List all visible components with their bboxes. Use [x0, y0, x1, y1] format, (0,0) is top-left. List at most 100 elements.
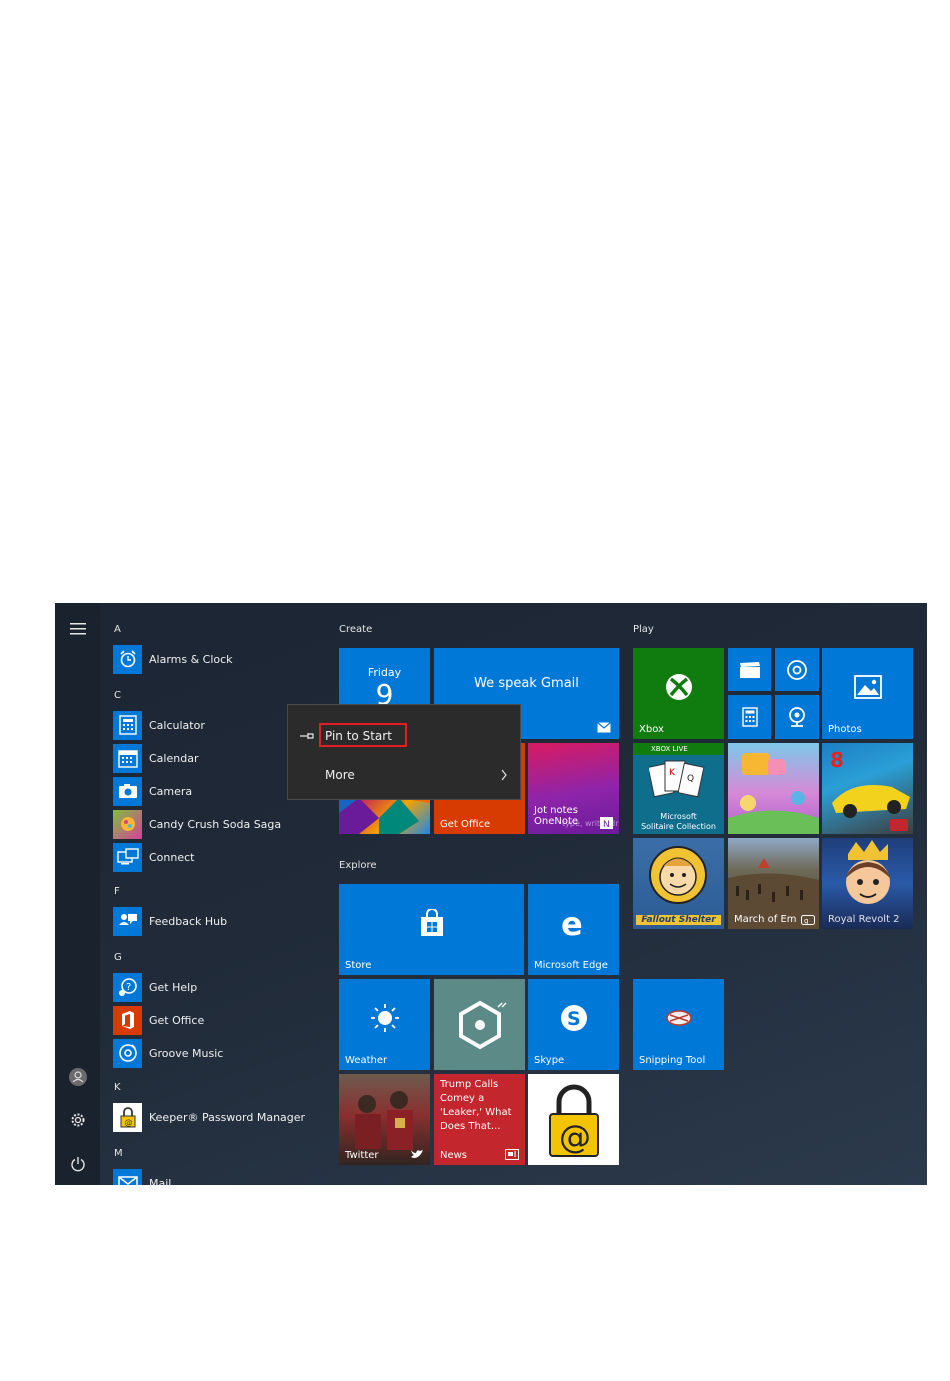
app-label: Calculator [149, 718, 205, 732]
mail-icon [113, 1168, 142, 1185]
tile-movies-tv[interactable] [728, 648, 771, 691]
fallout-shelter-logo: Fallout Shelter [636, 915, 721, 925]
tile-label: Get Office [440, 819, 491, 830]
svg-text:@: @ [559, 1118, 591, 1156]
tile-news[interactable]: Trump Calls Comey a 'Leaker,' What Does … [434, 1074, 525, 1165]
svg-text:Q: Q [687, 774, 694, 784]
tile-microsoft-edge[interactable]: e Microsoft Edge [528, 884, 619, 975]
group-header-play[interactable]: Play [633, 624, 654, 635]
tile-label: Weather [345, 1055, 388, 1066]
app-label: Camera [149, 784, 193, 798]
tile-royal-revolt-2[interactable]: Royal Revolt 2 [822, 838, 913, 929]
letter-header-f[interactable]: F [114, 886, 120, 897]
app-label: Connect [149, 850, 195, 864]
tile-label: Photos [828, 724, 862, 735]
app-label: Candy Crush Soda Saga [149, 817, 282, 831]
camera-icon [113, 776, 142, 806]
app-label: Get Office [149, 1013, 205, 1027]
app-get-office[interactable]: Get Office [113, 1005, 333, 1035]
tile-twitter[interactable]: Twitter [339, 1074, 430, 1165]
app-label: Keeper® Password Manager [149, 1110, 306, 1124]
tile-store[interactable]: Store [339, 884, 524, 975]
tile-label: Xbox [639, 724, 664, 735]
solitaire-line1: Microsoft [660, 812, 697, 821]
start-menu: A Alarms & Clock C Calculator Calendar C… [55, 603, 927, 1185]
tile-asphalt-8[interactable]: 8 [822, 743, 913, 834]
tile-camera[interactable] [775, 695, 819, 739]
app-alarms-clock[interactable]: Alarms & Clock [113, 644, 333, 674]
tile-groove-music[interactable] [775, 648, 819, 691]
tile-keeper[interactable]: @ [528, 1074, 619, 1165]
keeper-lock-icon: @ [113, 1102, 142, 1132]
tile-label: Twitter [345, 1150, 379, 1161]
keeper-lock-icon: @ [549, 1084, 599, 1157]
connect-icon [113, 842, 142, 872]
tile-fallout-shelter[interactable]: Fallout Shelter [633, 838, 724, 929]
tile-calculator[interactable] [728, 695, 771, 739]
app-keeper-password-manager[interactable]: @ Keeper® Password Manager [113, 1102, 333, 1132]
calculator-icon [113, 710, 142, 740]
hamburger-menu-button[interactable] [63, 614, 93, 644]
pin-icon [300, 733, 314, 739]
tile-label: Store [345, 960, 372, 971]
skype-icon: S [560, 1004, 587, 1031]
onenote-icon: N [600, 817, 613, 829]
gameloft-icon: g [801, 915, 815, 925]
store-bag-icon [420, 908, 443, 936]
tile-weather[interactable]: Weather [339, 979, 430, 1070]
app-mail[interactable]: Mail [113, 1168, 333, 1185]
app-label: Groove Music [149, 1046, 224, 1060]
user-avatar-icon [69, 1068, 87, 1086]
app-feedback-hub[interactable]: Feedback Hub [113, 906, 333, 936]
tile-photos[interactable]: Photos [822, 648, 913, 739]
tile-skype[interactable]: S Skype [528, 979, 619, 1070]
group-header-create[interactable]: Create [339, 624, 372, 635]
highlight-box [319, 723, 407, 747]
xbox-logo-icon [665, 673, 692, 700]
sun-icon [370, 1003, 399, 1032]
tile-gear-app[interactable] [434, 979, 525, 1070]
tile-label: News [440, 1150, 468, 1161]
tile-label: Skype [534, 1055, 565, 1066]
app-label: Mail [149, 1176, 172, 1186]
start-rail [55, 603, 100, 1185]
letter-header-k[interactable]: K [114, 1082, 121, 1093]
candy-crush-art-icon [728, 753, 819, 834]
vault-boy-icon [649, 846, 707, 904]
letter-header-c[interactable]: C [114, 690, 121, 701]
svg-text:e: e [561, 909, 583, 937]
tile-label: Snipping Tool [639, 1055, 706, 1066]
groove-music-icon [787, 659, 807, 680]
onenote-line1: Jot notes [534, 805, 578, 816]
power-button[interactable] [63, 1149, 93, 1179]
edge-icon: e [561, 909, 583, 937]
app-groove-music[interactable]: Groove Music [113, 1038, 333, 1068]
app-label: Calendar [149, 751, 199, 765]
tile-label: March of Em [734, 914, 797, 925]
power-icon [71, 1157, 85, 1172]
tile-xbox[interactable]: Xbox [633, 648, 724, 739]
calendar-icon [113, 743, 142, 773]
app-candy-crush-soda-saga[interactable]: Candy Crush Soda Saga [113, 809, 333, 839]
user-account-button[interactable] [63, 1062, 93, 1092]
office-icon [113, 1005, 142, 1035]
group-header-explore[interactable]: Explore [339, 860, 377, 871]
photos-icon [853, 674, 882, 699]
menu-item-more[interactable]: More [288, 760, 520, 790]
tile-solitaire[interactable]: XBOX LIVE KQ Microsoft Solitaire Collect… [633, 743, 724, 834]
feedback-hub-icon [113, 906, 142, 936]
app-get-help[interactable]: ? Get Help [113, 972, 333, 1002]
tile-march-of-empires[interactable]: March of Em g [728, 838, 819, 929]
app-label: Alarms & Clock [149, 652, 233, 666]
letter-header-g[interactable]: G [114, 952, 122, 963]
settings-button[interactable] [63, 1105, 93, 1135]
app-connect[interactable]: Connect [113, 842, 333, 872]
webcam-icon [789, 707, 805, 727]
letter-header-m[interactable]: M [114, 1148, 123, 1159]
tile-candy-crush-soda[interactable] [728, 743, 819, 834]
tile-snipping-tool[interactable]: Snipping Tool [633, 979, 724, 1070]
mail-tile-text: We speak Gmail [474, 676, 579, 691]
letter-header-a[interactable]: A [114, 624, 121, 635]
newspaper-icon [505, 1149, 519, 1160]
tile-onenote[interactable]: Jot notes OneNote type, write, dr N [528, 743, 619, 834]
